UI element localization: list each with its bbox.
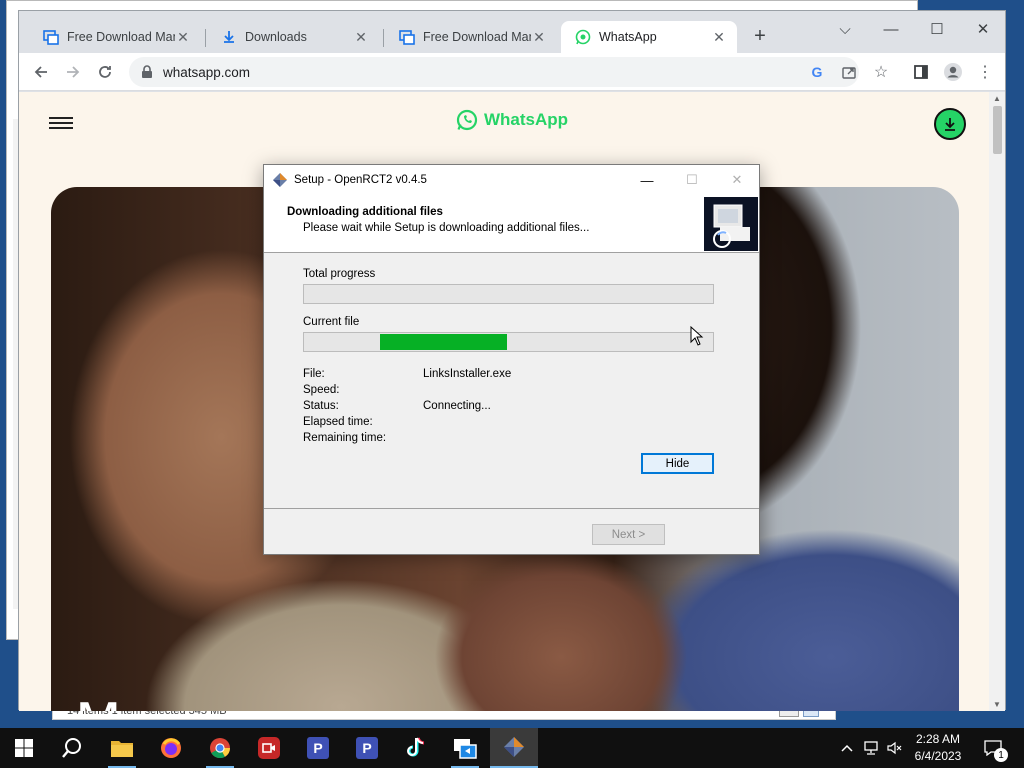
hamburger-menu-icon[interactable] — [49, 117, 73, 131]
url-text: whatsapp.com — [163, 64, 251, 80]
download-icon — [221, 29, 237, 45]
dialog-footer-divider — [264, 508, 759, 509]
tab-label: WhatsApp — [599, 30, 657, 44]
remaining-time-label: Remaining time: — [303, 432, 387, 444]
reload-icon[interactable] — [91, 59, 119, 85]
network-icon[interactable] — [860, 728, 882, 768]
kebab-menu-icon[interactable]: ⋮ — [971, 59, 999, 85]
screen-recorder-icon[interactable] — [245, 728, 293, 768]
download-icon[interactable] — [934, 108, 966, 140]
vertical-scrollbar[interactable]: ▲ ▼ — [989, 92, 1005, 711]
firefox-icon[interactable] — [147, 728, 195, 768]
dialog-titlebar: Setup - OpenRCT2 v0.4.5 — ☐ ✕ — [264, 165, 759, 195]
fdm-icon — [399, 29, 415, 45]
new-tab-plus-icon[interactable]: + — [749, 25, 771, 47]
file-explorer-icon[interactable] — [98, 728, 146, 768]
scroll-down-icon[interactable]: ▼ — [993, 700, 1001, 709]
tab-label: Downloads — [245, 30, 307, 44]
notification-count-badge: 1 — [994, 748, 1008, 762]
current-file-label: Current file — [303, 316, 360, 328]
setup-computer-icon — [704, 197, 758, 251]
maximize-icon[interactable]: ☐ — [917, 15, 957, 43]
start-button[interactable] — [0, 728, 48, 768]
mouse-cursor-icon — [690, 326, 704, 346]
clock-date: 6/4/2023 — [914, 749, 962, 763]
tab-fdm-1[interactable]: Free Download Mana ✕ — [29, 21, 201, 53]
total-progress-bar — [303, 284, 714, 304]
back-arrow-icon[interactable] — [27, 59, 55, 85]
dialog-subheading: Please wait while Setup is downloading a… — [303, 222, 590, 234]
dialog-header: Downloading additional files Please wait… — [264, 195, 759, 253]
tab-downloads[interactable]: Downloads ✕ — [207, 21, 379, 53]
address-bar[interactable]: whatsapp.com — [129, 57, 859, 87]
current-file-progress-fill — [380, 334, 507, 350]
dialog-heading: Downloading additional files — [287, 206, 443, 218]
profile-avatar-icon[interactable] — [939, 59, 967, 85]
bookmark-star-icon[interactable]: ☆ — [867, 59, 895, 85]
action-center-icon[interactable]: 1 — [980, 728, 1008, 768]
openrct2-icon — [273, 173, 287, 187]
taskbar: P P 2:28 AM 6/4/2023 1 — [0, 728, 1024, 768]
next-button: Next > — [592, 524, 665, 545]
p-app-icon[interactable]: P — [294, 728, 342, 768]
current-file-progress-bar — [303, 332, 714, 352]
system-clock[interactable]: 2:28 AM 6/4/2023 — [906, 731, 970, 765]
show-hidden-icons-chevron-icon[interactable] — [836, 728, 858, 768]
tab-strip: Free Download Mana ✕ Downloads ✕ Free Do… — [19, 11, 1005, 53]
tab-label: Free Download Mana — [67, 30, 175, 44]
dialog-title: Setup - OpenRCT2 v0.4.5 — [294, 174, 427, 186]
tiktok-icon[interactable] — [392, 728, 440, 768]
search-icon[interactable] — [48, 728, 96, 768]
file-value: LinksInstaller.exe — [423, 368, 512, 380]
hero-headline: Message — [75, 692, 312, 711]
tab-label: Free Download Mana — [423, 30, 531, 44]
browser-toolbar: whatsapp.com G ☆ ⋮ — [19, 53, 1005, 91]
status-label: Status: — [303, 400, 339, 412]
whatsapp-icon — [456, 109, 478, 131]
forward-arrow-icon[interactable] — [59, 59, 87, 85]
file-label: File: — [303, 368, 325, 380]
scrollbar-thumb[interactable] — [993, 106, 1002, 154]
clock-time: 2:28 AM — [915, 732, 961, 746]
close-tab-icon[interactable]: ✕ — [531, 29, 547, 45]
p-app-icon[interactable]: P — [343, 728, 391, 768]
hide-button[interactable]: Hide — [641, 453, 714, 474]
lock-icon — [142, 65, 152, 78]
volume-muted-icon[interactable] — [884, 728, 906, 768]
openrct2-setup-taskbar-icon[interactable] — [490, 728, 538, 768]
setup-dialog: Setup - OpenRCT2 v0.4.5 — ☐ ✕ Downloadin… — [263, 164, 760, 555]
elapsed-time-label: Elapsed time: — [303, 416, 373, 428]
dialog-minimize-icon[interactable]: — — [624, 165, 670, 195]
share-icon[interactable] — [835, 59, 863, 85]
speed-label: Speed: — [303, 384, 340, 396]
tab-fdm-2[interactable]: Free Download Mana ✕ — [385, 21, 557, 53]
minimize-icon[interactable]: — — [871, 15, 911, 43]
whatsapp-logo[interactable]: WhatsApp — [456, 109, 568, 131]
side-panel-icon[interactable] — [907, 59, 935, 85]
dialog-close-icon: ✕ — [731, 172, 743, 187]
brand-name: WhatsApp — [484, 110, 569, 129]
google-lens-icon[interactable]: G — [803, 59, 831, 85]
close-tab-icon[interactable]: ✕ — [353, 29, 369, 45]
total-progress-label: Total progress — [303, 268, 376, 280]
whatsapp-icon — [575, 29, 591, 45]
tab-search-chevron-icon[interactable]: ⌵ — [825, 15, 865, 43]
scroll-up-icon[interactable]: ▲ — [993, 94, 1001, 103]
close-tab-icon[interactable]: ✕ — [175, 29, 191, 45]
fdm-taskbar-icon[interactable] — [441, 728, 489, 768]
chrome-icon[interactable] — [196, 728, 244, 768]
close-window-icon[interactable]: ✕ — [963, 15, 1003, 43]
windows-logo-icon — [15, 739, 33, 757]
tab-whatsapp[interactable]: WhatsApp ✕ — [561, 21, 737, 53]
dialog-maximize-icon: ☐ — [686, 172, 698, 187]
fdm-icon — [43, 29, 59, 45]
status-value: Connecting... — [423, 400, 491, 412]
close-tab-icon[interactable]: ✕ — [711, 29, 727, 45]
